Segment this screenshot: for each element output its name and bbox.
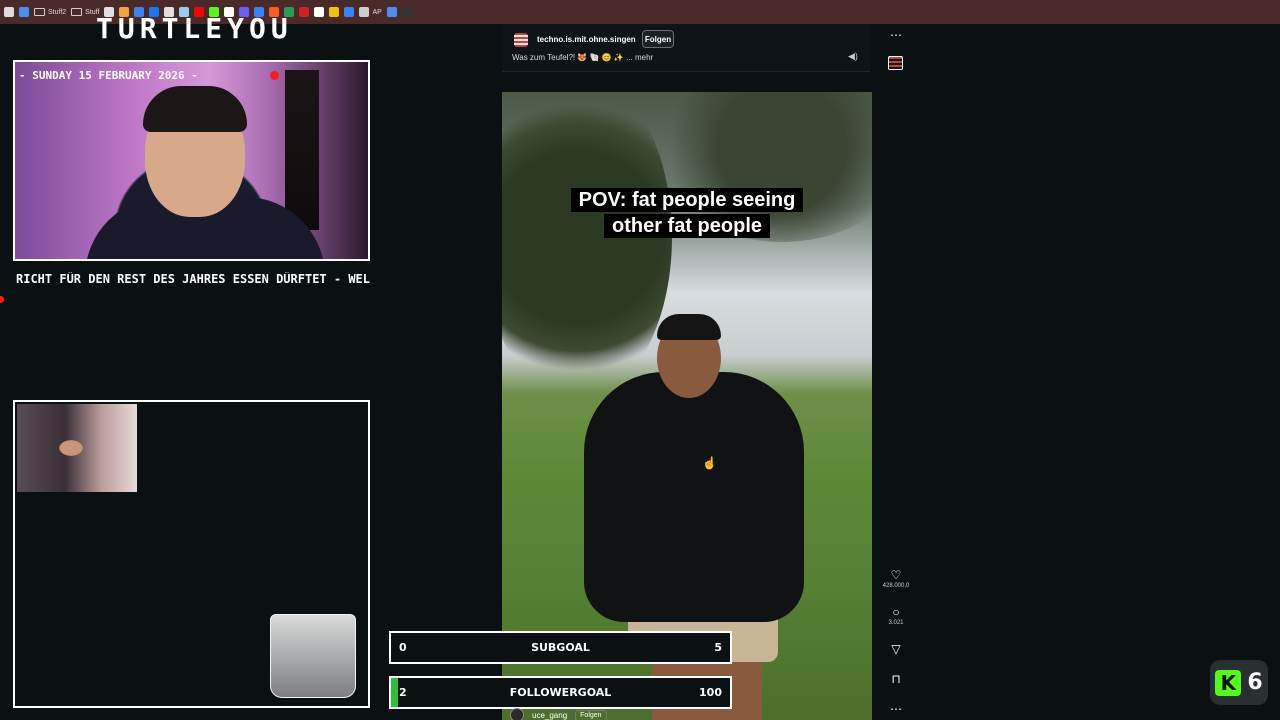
scrolling-ticker: RICHT FÜR DEN REST DES JAHRES ESSEN DÜRF… [16,272,370,286]
video-tree-left [502,92,672,402]
folder-icon [34,8,45,16]
next-user-avatar[interactable] [510,708,524,720]
subgoal-current: 0 [399,641,407,654]
site-icon [329,7,340,17]
volume-icon[interactable]: ◀) [848,51,858,62]
site-icon [401,7,412,17]
site-icon [386,7,397,17]
bookmark-0[interactable] [4,3,14,21]
bookmark-label: AP [372,8,382,16]
tiktok-username[interactable]: techno.is.mit.ohne.singen [537,35,636,44]
video-text-line-1: POV: fat people seeing [570,188,804,212]
followergoal-bar: 2 FOLLOWERGOAL 100 [389,676,732,709]
more-options-icon-bottom[interactable]: ⋯ [878,702,914,716]
user-avatar[interactable] [514,33,528,47]
bookmark-label: Stuff2 [48,8,67,16]
glass-overlay-image [270,614,356,698]
next-username[interactable]: uce_gang [532,711,567,720]
subgoal-target: 5 [714,641,722,654]
streamer-brand: TURTLEYOU [96,12,293,45]
bookmark-17[interactable] [299,3,310,21]
share-icon[interactable]: ▽ [878,642,914,656]
kick-viewer-count: 6 [1247,670,1263,695]
recording-dot-icon [270,71,279,80]
chrome-icon [4,7,14,17]
bookmark-2[interactable]: Stuff2 [34,3,66,21]
followergoal-current: 2 [399,686,407,699]
like-count: 428.000,0 [882,583,910,589]
webcam-date: - SUNDAY 15 FEBRUARY 2026 - [19,69,198,82]
red-marker-icon [0,296,4,303]
follow-button[interactable]: Folgen [642,30,674,48]
post-caption[interactable]: Was zum Teufel?! 😻 🐚 😊 ✨ ... mehr [512,53,653,62]
next-post-user: uce_gang Folgen [510,708,607,720]
bookmark-20[interactable] [344,3,355,21]
video-person-hair [657,314,721,340]
hand-cursor-icon: ☝ [702,456,717,470]
drive-icon [19,7,29,17]
video-text-line-2: other fat people [603,214,770,238]
video-person-body [584,372,804,622]
followergoal-label: FOLLOWERGOAL [509,686,612,699]
comment-icon: ○ [892,605,900,619]
subgoal-bar: 0 SUBGOAL 5 [389,631,732,664]
heart-icon: ♡ [890,568,902,582]
kick-viewer-badge: K 6 [1210,660,1268,705]
comment-count: 3.021 [888,620,904,626]
next-follow-button[interactable]: Folgen [575,709,607,720]
site-icon [314,7,325,17]
more-options-icon[interactable]: ⋯ [878,28,914,42]
followergoal-target: 100 [699,686,722,699]
tiktok-video[interactable]: POV: fat people seeing other fat people … [502,92,872,720]
subgoal-label: SUBGOAL [531,641,590,654]
bookmark-1[interactable] [19,3,29,21]
site-icon [344,7,355,17]
streamer-hair [143,86,247,132]
bookmark-23[interactable] [401,3,412,21]
globe-icon [359,7,370,17]
creator-avatar-icon[interactable] [888,56,903,70]
bookmark-icon[interactable]: ⊓ [878,672,914,686]
site-icon [299,7,310,17]
tiktok-action-rail: ⋯ ♡ 428.000,0 ○ 3.021 ▽ ⊓ ⋯ [878,24,914,720]
video-text-overlay: POV: fat people seeing other fat people [556,187,818,239]
bookmark-19[interactable] [329,3,340,21]
tiktok-previous-post-header: techno.is.mit.ohne.singen Folgen Was zum… [502,24,870,72]
bookmark-18[interactable] [314,3,325,21]
bookmark-21[interactable]: AP [359,3,382,21]
bookmark-22[interactable] [386,3,397,21]
folder-icon [71,8,83,16]
comment-button[interactable]: ○ 3.021 [878,605,914,626]
webcam-main: - SUNDAY 15 FEBRUARY 2026 - [13,60,370,261]
stream-layout: Stuff2 Stuff AP TURTLEYOU - SUNDAY 15 FEBR… [0,0,1280,720]
mini-webcam-feed [17,404,137,492]
kick-logo-icon: K [1215,669,1242,696]
camera-tripod [285,70,319,230]
webcam-secondary [13,400,370,708]
like-button[interactable]: ♡ 428.000,0 [878,568,914,589]
